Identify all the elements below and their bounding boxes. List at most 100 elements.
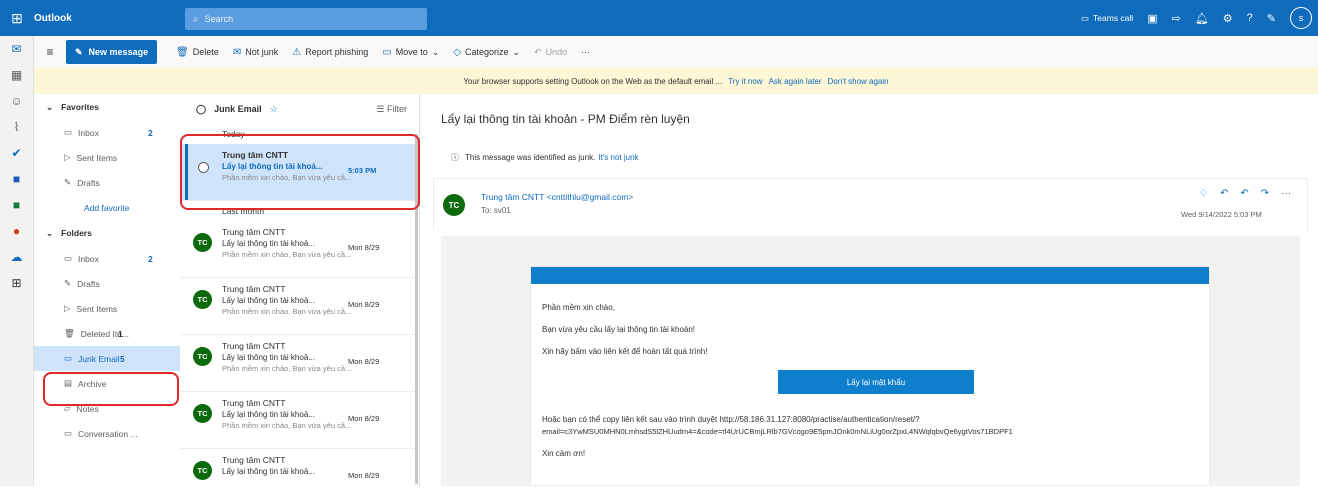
new-message-button[interactable]: ✎ New message — [66, 40, 158, 64]
not-junk-link[interactable]: It's not junk — [598, 153, 638, 162]
ask-later-link[interactable]: Ask again later — [769, 77, 822, 86]
sender-avatar: TC — [193, 233, 212, 252]
delete-button[interactable]: 🗑︎ Delete — [169, 47, 226, 58]
mail-icon[interactable]: ✉ — [0, 36, 33, 62]
excel-icon[interactable]: ■ — [0, 192, 33, 218]
folder-inbox[interactable]: ▭ Inbox 2 — [34, 246, 180, 271]
select-all-icon[interactable]: ◯ — [196, 104, 206, 115]
list-item[interactable]: TC Trung tâm CNTT Lấy lại thông tin tài … — [180, 449, 419, 489]
bell-icon[interactable]: 🔔︎ — [1195, 12, 1209, 25]
gear-icon[interactable]: ⚙ — [1223, 12, 1233, 25]
favorites-label: Favorites — [61, 102, 99, 112]
trash-icon: 🗑︎ — [176, 46, 189, 58]
feedback-icon[interactable]: ⇨ — [1172, 12, 1181, 25]
message-sender: Trung tâm CNTT — [222, 455, 286, 465]
app-name[interactable]: Outlook — [34, 13, 184, 24]
undo-button[interactable]: ↶ Undo — [527, 47, 574, 58]
megaphone-icon[interactable]: ✎ — [1267, 12, 1276, 25]
folder-deleted-items[interactable]: 🗑︎ Deleted Ite... 1 — [34, 321, 180, 346]
report-phishing-button[interactable]: ⚠ Report phishing — [285, 47, 375, 58]
teams-call-button[interactable]: ▭ Teams call — [1081, 13, 1133, 24]
email-header-band — [531, 267, 1209, 284]
filter-button[interactable]: ☰ Filter — [376, 104, 407, 115]
reset-password-button[interactable]: Lấy lại mật khẩu — [778, 370, 974, 394]
junk-icon: ▭ — [64, 353, 73, 363]
body-greeting: Phần mềm xin chào, — [542, 303, 615, 312]
help-icon[interactable]: ? — [1247, 12, 1253, 24]
list-item[interactable]: TC Trung tâm CNTT Lấy lại thông tin tài … — [180, 392, 419, 449]
favorites-header[interactable]: ⌄ Favorites — [34, 94, 180, 120]
reset-link[interactable]: email=c3YwMSU0MHN0LmhsdS5lZHUudm4=&code=… — [542, 427, 1013, 436]
try-it-now-link[interactable]: Try it now — [728, 77, 762, 86]
attach-icon[interactable]: ⌇ — [0, 114, 33, 140]
reply-all-icon[interactable]: ↶ — [1240, 188, 1248, 199]
email-subject: Lấy lại thông tin tài khoản - PM Điểm rè… — [441, 112, 690, 126]
sender-avatar[interactable]: TC — [443, 194, 465, 216]
folder-conversation-history[interactable]: ▭ Conversation ... — [34, 421, 180, 446]
reply-icon[interactable]: ↶ — [1220, 188, 1228, 199]
recipient: To: sv01 — [481, 206, 511, 215]
calendar-icon[interactable]: ▦ — [0, 62, 33, 88]
user-avatar[interactable]: s — [1290, 7, 1312, 29]
message-subject: Lấy lại thông tin tài khoả... — [222, 296, 315, 305]
list-item[interactable]: TC Trung tâm CNTT Lấy lại thông tin tài … — [180, 221, 419, 278]
sender-avatar: TC — [193, 290, 212, 309]
star-icon[interactable]: ☆ — [270, 104, 278, 115]
hamburger-icon[interactable]: ≡ — [34, 45, 66, 59]
folder-label: Drafts — [77, 278, 100, 289]
people-icon[interactable]: ☺ — [0, 88, 33, 114]
app-launcher-icon[interactable]: ⊞ — [0, 10, 34, 27]
undo-label: Undo — [545, 47, 568, 57]
folder-sent-items[interactable]: ▷ Sent Items — [34, 296, 180, 321]
junk-notice: ⓘ This message was identified as junk. I… — [451, 152, 639, 163]
move-to-button[interactable]: ▭ Move to ⌄ — [375, 47, 446, 58]
teams-call-label: Teams call — [1093, 13, 1134, 23]
list-item[interactable]: TC Trung tâm CNTT Lấy lại thông tin tài … — [180, 335, 419, 392]
forward-icon[interactable]: ↷ — [1261, 188, 1269, 199]
favorite-drafts[interactable]: ✎ Drafts — [34, 170, 180, 195]
folder-drafts[interactable]: ✎ Drafts — [34, 271, 180, 296]
favorite-inbox[interactable]: ▭ Inbox 2 — [34, 120, 180, 145]
send-icon: ▷ — [64, 152, 71, 162]
not-junk-button[interactable]: ✉ Not junk — [226, 47, 285, 58]
todo-icon[interactable]: ✔ — [0, 140, 33, 166]
folder-move-icon: ▭ — [382, 46, 392, 58]
send-icon: ▷ — [64, 303, 71, 313]
categorize-label: Categorize — [464, 47, 509, 57]
add-favorite-link[interactable]: Add favorite — [34, 195, 180, 220]
message-preview: Phần mềm xin chào, Bạn vừa yêu cầ... — [222, 250, 352, 259]
folders-header[interactable]: ⌄ Folders — [34, 220, 180, 246]
chevron-down-icon: ⌄ — [46, 101, 54, 112]
message-subject: Lấy lại thông tin tài khoả... — [222, 239, 315, 248]
more-apps-icon[interactable]: ⊞ — [0, 270, 33, 296]
teams-icon[interactable]: ▣ — [1147, 12, 1157, 25]
sender-avatar: TC — [193, 347, 212, 366]
folder-junk-email[interactable]: ▭ Junk Email 5 — [34, 346, 180, 371]
sender-name[interactable]: Trung tâm CNTT <cnttithlu@gmail.com> — [481, 192, 633, 202]
list-title: Junk Email — [214, 104, 262, 114]
message-sender: Trung tâm CNTT — [222, 227, 286, 237]
powerpoint-icon[interactable]: ● — [0, 218, 33, 244]
unread-count: 2 — [148, 253, 153, 264]
favorite-sent-items[interactable]: ▷ Sent Items — [34, 145, 180, 170]
delete-label: Delete — [192, 47, 219, 57]
onedrive-icon[interactable]: ☁ — [0, 244, 33, 270]
word-icon[interactable]: ■ — [0, 166, 33, 192]
search-box[interactable]: ⌕ Search — [185, 8, 427, 30]
categorize-button[interactable]: ◇ Categorize ⌄ — [446, 47, 527, 58]
command-bar: ≡ ✎ New message 🗑︎ Delete ✉ Not junk ⚠ Repo… — [34, 36, 1318, 68]
dont-show-link[interactable]: Don't show again — [827, 77, 888, 86]
unread-count: 2 — [148, 127, 153, 138]
folder-label: Sent Items — [76, 152, 118, 163]
list-item[interactable]: TC Trung tâm CNTT Lấy lại thông tin tài … — [180, 278, 419, 335]
sender-avatar: TC — [193, 461, 212, 480]
like-icon[interactable]: ♢ — [1199, 188, 1208, 199]
message-sender: Trung tâm CNTT — [222, 341, 286, 351]
chevron-down-icon: ⌄ — [512, 46, 521, 57]
default-mail-infobar: Your browser supports setting Outlook on… — [34, 68, 1318, 94]
folder-label: Junk Email — [78, 353, 120, 364]
more-icon[interactable]: ··· — [1281, 188, 1291, 199]
junk-notice-text: This message was identified as junk. — [465, 153, 596, 162]
more-actions-button[interactable]: ··· — [574, 47, 597, 57]
search-placeholder: Search — [204, 14, 234, 24]
